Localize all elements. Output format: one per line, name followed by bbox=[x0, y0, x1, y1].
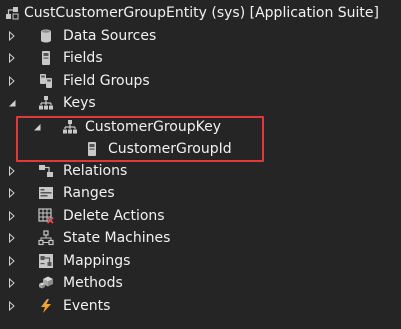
tree-item-customer-group-id[interactable]: CustomerGroupId bbox=[0, 138, 401, 160]
tree-item-ranges[interactable]: Ranges bbox=[0, 182, 401, 204]
expand-arrow-icon[interactable] bbox=[5, 164, 19, 178]
tree-item-label: CustomerGroupKey bbox=[85, 119, 222, 135]
tree-item-keys[interactable]: Keys bbox=[0, 92, 401, 114]
field-icon bbox=[38, 50, 54, 66]
methods-icon bbox=[38, 275, 54, 291]
field-group-icon bbox=[38, 73, 54, 89]
expand-arrow-icon[interactable] bbox=[5, 186, 19, 200]
tree-item-label: Relations bbox=[63, 163, 128, 179]
field-icon bbox=[84, 141, 100, 157]
tree-item-label: Methods bbox=[63, 275, 123, 291]
tree-item-label: State Machines bbox=[63, 230, 171, 246]
delete-action-icon bbox=[38, 208, 54, 224]
tree-item-label: Delete Actions bbox=[63, 208, 165, 224]
state-machine-icon bbox=[38, 230, 54, 246]
expand-arrow-icon[interactable] bbox=[5, 74, 19, 88]
tree-root[interactable]: CustCustomerGroupEntity (sys) [Applicati… bbox=[0, 2, 401, 24]
collapse-arrow-icon[interactable] bbox=[5, 96, 19, 110]
tree-root-label: CustCustomerGroupEntity (sys) [Applicati… bbox=[24, 5, 379, 21]
tree-item-label: Events bbox=[63, 298, 111, 314]
relation-icon bbox=[38, 163, 54, 179]
tree-item-label: Data Sources bbox=[63, 28, 157, 44]
expand-arrow-icon[interactable] bbox=[5, 254, 19, 268]
tree-item-label: Field Groups bbox=[63, 73, 150, 89]
data-entity-icon bbox=[4, 5, 20, 21]
expand-arrow-icon[interactable] bbox=[5, 51, 19, 65]
tree-item-mappings[interactable]: Mappings bbox=[0, 250, 401, 272]
tree-item-customer-group-key[interactable]: CustomerGroupKey bbox=[0, 116, 401, 138]
expand-arrow-icon[interactable] bbox=[5, 276, 19, 290]
tree-item-label: Keys bbox=[63, 95, 96, 111]
mapping-icon bbox=[38, 253, 54, 269]
tree-item-label: Fields bbox=[63, 50, 103, 66]
expand-arrow-icon[interactable] bbox=[5, 209, 19, 223]
tree-item-relations[interactable]: Relations bbox=[0, 160, 401, 182]
expand-arrow-icon[interactable] bbox=[5, 231, 19, 245]
tree-item-fields[interactable]: Fields bbox=[0, 47, 401, 69]
range-icon bbox=[38, 185, 54, 201]
collapse-arrow-icon[interactable] bbox=[30, 120, 44, 134]
key-hierarchy-icon bbox=[38, 95, 54, 111]
tree-item-delete-actions[interactable]: Delete Actions bbox=[0, 205, 401, 227]
expand-arrow-icon[interactable] bbox=[5, 29, 19, 43]
expand-arrow-icon[interactable] bbox=[5, 299, 19, 313]
key-hierarchy-icon bbox=[62, 119, 78, 135]
tree-item-label: Mappings bbox=[63, 253, 131, 269]
tree-item-state-machines[interactable]: State Machines bbox=[0, 227, 401, 249]
tree-item-label: CustomerGroupId bbox=[108, 141, 232, 157]
lightning-icon bbox=[38, 298, 54, 314]
tree-item-field-groups[interactable]: Field Groups bbox=[0, 70, 401, 92]
tree-item-data-sources[interactable]: Data Sources bbox=[0, 25, 401, 47]
database-icon bbox=[38, 28, 54, 44]
tree-item-methods[interactable]: Methods bbox=[0, 272, 401, 294]
tree-item-label: Ranges bbox=[63, 185, 115, 201]
tree-item-events[interactable]: Events bbox=[0, 295, 401, 317]
